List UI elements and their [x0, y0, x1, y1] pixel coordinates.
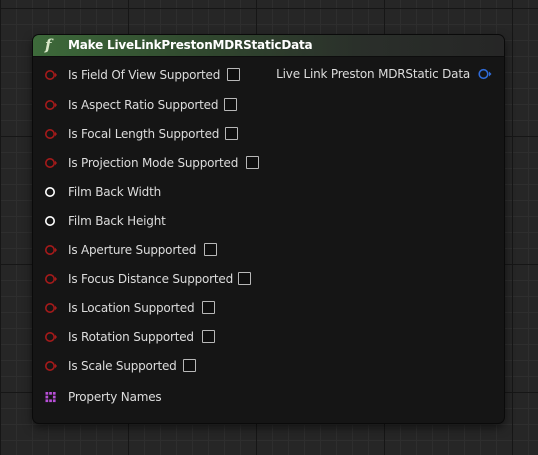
array-pin-icon[interactable] [45, 391, 57, 403]
input-pin-row-is-aperture-supported: Is Aperture Supported [33, 240, 453, 260]
pin-label: Film Back Width [68, 185, 162, 199]
checkbox-is-focus-distance-supported[interactable] [238, 272, 251, 285]
input-pin-row-film-back-width: Film Back Width [33, 182, 453, 202]
pin-label: Is Location Supported [68, 301, 195, 315]
pin-label: Is Scale Supported [68, 359, 177, 373]
pin-label: Is Projection Mode Supported [68, 156, 239, 170]
float-pin-icon[interactable] [45, 215, 57, 227]
float-pin-icon[interactable] [45, 186, 57, 198]
input-pin-row-is-aspect-ratio-supported: Is Aspect Ratio Supported [33, 95, 453, 115]
pin-label: Is Rotation Supported [68, 330, 194, 344]
input-pin-row-is-location-supported: Is Location Supported [33, 298, 453, 318]
input-pin-row-is-focal-length-supported: Is Focal Length Supported [33, 124, 453, 144]
checkbox-is-focal-length-supported[interactable] [225, 127, 238, 140]
input-pin-row-is-scale-supported: Is Scale Supported [33, 356, 453, 376]
checkbox-is-projection-mode-supported[interactable] [246, 156, 259, 169]
pin-label: Is Focal Length Supported [68, 127, 220, 141]
make-livelink-preston-mdr-static-data-node[interactable]: f Make LiveLinkPrestonMDRStaticData Live… [33, 35, 504, 423]
input-pin-row-film-back-height: Film Back Height [33, 211, 453, 231]
bool-pin-icon[interactable] [45, 331, 57, 343]
input-pin-row-is-focus-distance-supported: Is Focus Distance Supported [33, 269, 453, 289]
bool-pin-icon[interactable] [45, 157, 57, 169]
input-pin-row-is-projection-mode-supported: Is Projection Mode Supported [33, 153, 453, 173]
bool-pin-icon[interactable] [45, 360, 57, 372]
function-icon: f [45, 36, 52, 54]
bool-pin-icon[interactable] [45, 302, 57, 314]
pin-label: Is Aperture Supported [68, 243, 197, 257]
input-pin-row-property-names: Property Names [33, 387, 453, 407]
checkbox-is-aspect-ratio-supported[interactable] [224, 98, 237, 111]
pin-label: Is Focus Distance Supported [68, 272, 234, 286]
checkbox-is-rotation-supported[interactable] [202, 330, 215, 343]
node-title: Make LiveLinkPrestonMDRStaticData [68, 38, 313, 52]
node-header[interactable]: f Make LiveLinkPrestonMDRStaticData [33, 35, 504, 57]
pin-label: Is Aspect Ratio Supported [68, 98, 219, 112]
bool-pin-icon[interactable] [45, 69, 57, 81]
checkbox-is-location-supported[interactable] [202, 301, 215, 314]
bool-pin-icon[interactable] [45, 128, 57, 140]
pin-label: Is Field Of View Supported [68, 68, 221, 82]
pin-label: Film Back Height [68, 214, 166, 228]
input-pin-row-is-field-of-view-supported: Is Field Of View Supported [33, 65, 453, 85]
bool-pin-icon[interactable] [45, 99, 57, 111]
bool-pin-icon[interactable] [45, 244, 57, 256]
pin-label: Property Names [68, 390, 162, 404]
checkbox-is-aperture-supported[interactable] [204, 243, 217, 256]
struct-output-pin-icon[interactable] [478, 68, 492, 80]
bool-pin-icon[interactable] [45, 273, 57, 285]
checkbox-is-field-of-view-supported[interactable] [227, 68, 240, 81]
checkbox-is-scale-supported[interactable] [183, 359, 196, 372]
input-pin-row-is-rotation-supported: Is Rotation Supported [33, 327, 453, 347]
